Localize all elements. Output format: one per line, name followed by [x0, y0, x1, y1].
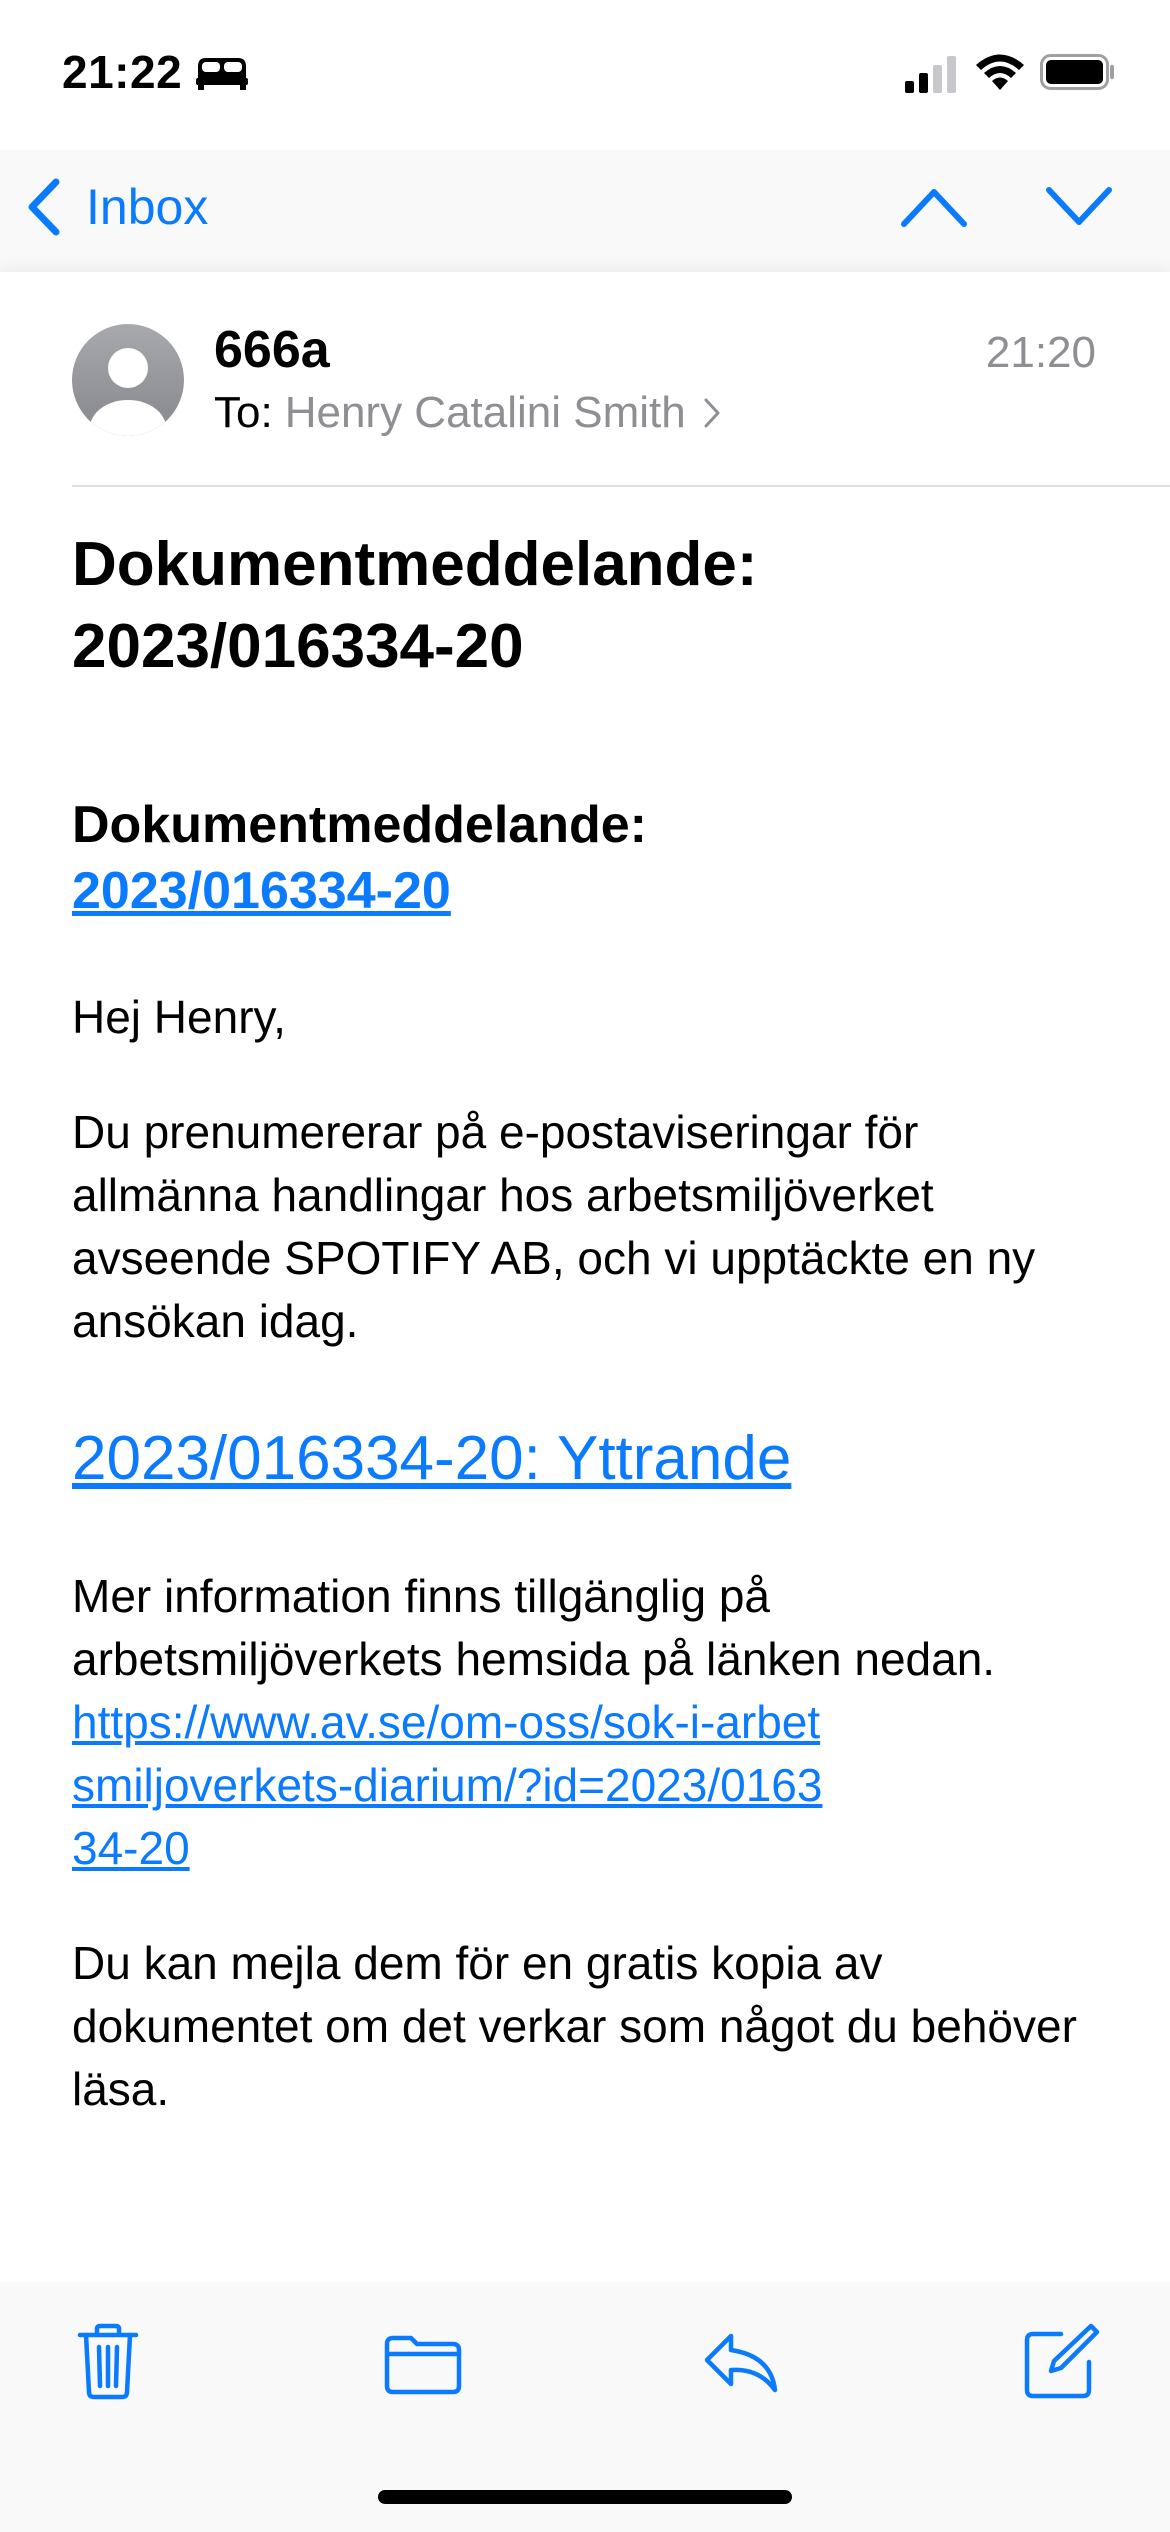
subject-line-2: 2023/016334-20 [72, 612, 524, 681]
body-heading-label: Dokumentmeddelande: [72, 796, 647, 854]
back-button-label: Inbox [86, 179, 209, 235]
chevron-left-icon [28, 178, 60, 236]
case-number-link[interactable]: 2023/016334-20 [72, 858, 1112, 924]
sleep-focus-icon [196, 58, 248, 90]
chevron-right-icon [704, 398, 720, 428]
recipient-line[interactable]: To: Henry Catalini Smith [214, 388, 722, 438]
greeting-text: Hej Henry, [72, 991, 286, 1043]
message-time: 21:20 [985, 328, 1096, 377]
trash-icon[interactable] [68, 2322, 148, 2402]
navigation-bar: Inbox [0, 150, 1170, 272]
message-view: 666a 21:20 To: Henry Catalini Smith Doku… [0, 272, 1170, 2282]
avatar[interactable] [72, 324, 184, 436]
subscription-paragraph: Du prenumererar på e-postaviseringar för… [72, 1106, 1036, 1347]
status-time: 21:22 [62, 46, 183, 98]
diarium-url-link[interactable]: https://www.av.se/om-oss/sok-i-arbetsmil… [72, 1691, 832, 1880]
next-message-button[interactable] [1043, 182, 1115, 232]
copy-request-paragraph: Du kan mejla dem för en gratis kopia av … [72, 1937, 1077, 2115]
status-bar: 21:22 [0, 0, 1170, 150]
home-indicator[interactable] [378, 2490, 792, 2504]
back-to-inbox-button[interactable]: Inbox [22, 172, 208, 242]
sender-name[interactable]: 666a [214, 320, 330, 380]
subject-line-1: Dokumentmeddelande: [72, 530, 758, 599]
folder-icon[interactable] [383, 2322, 463, 2402]
recipient-name: Henry Catalini Smith [284, 388, 686, 437]
reply-icon[interactable] [701, 2322, 781, 2402]
to-label: To: [214, 388, 273, 437]
message-body: Dokumentmeddelande: 2023/016334-20 Hej H… [72, 792, 1112, 2121]
wifi-icon [976, 54, 1024, 90]
header-divider [72, 485, 1170, 487]
compose-icon[interactable] [1021, 2322, 1101, 2402]
body-heading: Dokumentmeddelande: 2023/016334-20 [72, 792, 1112, 924]
message-subject: Dokumentmeddelande: 2023/016334-20 [72, 524, 1072, 688]
cellular-signal-icon [905, 56, 956, 93]
more-info-paragraph: Mer information finns tillgänglig på arb… [72, 1565, 1112, 1880]
battery-icon [1040, 54, 1114, 90]
document-link[interactable]: 2023/016334-20: Yttrande [72, 1419, 1112, 1499]
more-info-text: Mer information finns tillgänglig på arb… [72, 1570, 996, 1685]
previous-message-button[interactable] [898, 182, 970, 232]
